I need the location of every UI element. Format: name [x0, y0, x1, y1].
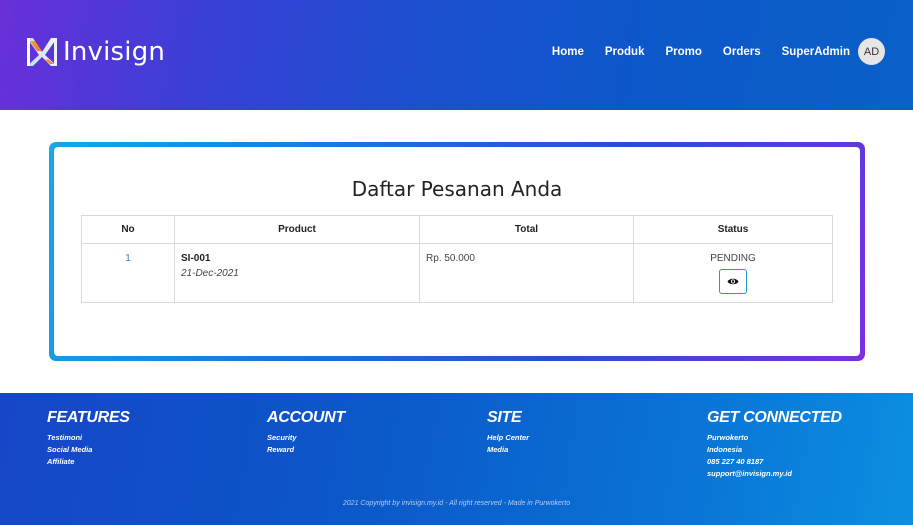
order-date: 21-Dec-2021 [181, 268, 239, 279]
footer-connect: GET CONNECTED Purwokerto Indonesia 085 2… [707, 409, 842, 480]
site-header: Invisign Home Produk Promo Orders SuperA… [0, 0, 913, 110]
footer-link-affiliate[interactable]: Affiliate [47, 456, 130, 468]
eye-icon [727, 278, 739, 285]
footer-features-title: FEATURES [47, 409, 130, 426]
footer-features: FEATURES Testimoni Social Media Affiliat… [47, 409, 130, 468]
footer-country: Indonesia [707, 445, 743, 454]
page-title: Daftar Pesanan Anda [351, 177, 563, 201]
footer-connect-title: GET CONNECTED [707, 409, 842, 426]
order-product-code: SI-001 [181, 253, 211, 264]
column-header-total: Total [419, 215, 634, 244]
brand-logo[interactable]: Invisign [24, 35, 165, 69]
status-badge: PENDING [710, 253, 756, 264]
footer-link-social-media[interactable]: Social Media [47, 444, 130, 456]
orders-table: No Product Total Status 1 SI-001 21-Dec-… [81, 215, 833, 303]
view-order-button[interactable] [719, 269, 747, 294]
footer-link-help-center[interactable]: Help Center [487, 432, 529, 444]
footer-link-reward[interactable]: Reward [267, 444, 345, 456]
invisign-logo-icon [27, 38, 57, 66]
nav-orders[interactable]: Orders [723, 46, 761, 58]
user-menu-name[interactable]: SuperAdmin [782, 46, 850, 58]
footer-city: Purwokerto [707, 433, 749, 442]
footer-email[interactable]: support@invisign.my.id [707, 468, 842, 480]
orders-card: Daftar Pesanan Anda No Product Total Sta… [49, 142, 865, 361]
order-total: Rp. 50.000 [419, 243, 634, 303]
column-header-no: No [81, 215, 175, 244]
footer-phone[interactable]: 085 227 40 8187 [707, 456, 842, 468]
table-header-row: No Product Total Status [81, 215, 833, 244]
order-product-cell: SI-001 21-Dec-2021 [174, 243, 420, 303]
footer-account: ACCOUNT Security Reward [267, 409, 345, 456]
nav-produk[interactable]: Produk [605, 46, 645, 58]
order-no: 1 [81, 243, 175, 303]
footer-site-title: SITE [487, 409, 522, 426]
brand-name: Invisign [63, 37, 166, 67]
footer-link-testimoni[interactable]: Testimoni [47, 432, 130, 444]
footer-link-security[interactable]: Security [267, 432, 345, 444]
nav-home[interactable]: Home [552, 46, 584, 58]
orders-card-body: Daftar Pesanan Anda No Product Total Sta… [54, 147, 860, 356]
table-row: 1 SI-001 21-Dec-2021 Rp. 50.000 PENDING [81, 243, 833, 303]
site-footer: FEATURES Testimoni Social Media Affiliat… [0, 393, 913, 525]
footer-site: SITE Help Center Media [487, 409, 529, 456]
order-status-cell: PENDING [633, 243, 833, 303]
avatar[interactable]: AD [858, 38, 885, 65]
footer-link-media[interactable]: Media [487, 444, 529, 456]
column-header-status: Status [633, 215, 833, 244]
column-header-product: Product [174, 215, 420, 244]
copyright-text: 2021 Copyright by invisign.my.id - All r… [342, 500, 571, 507]
nav-promo[interactable]: Promo [665, 46, 701, 58]
footer-account-title: ACCOUNT [267, 409, 345, 426]
main-nav: Home Produk Promo Orders SuperAdmin AD [531, 38, 885, 65]
